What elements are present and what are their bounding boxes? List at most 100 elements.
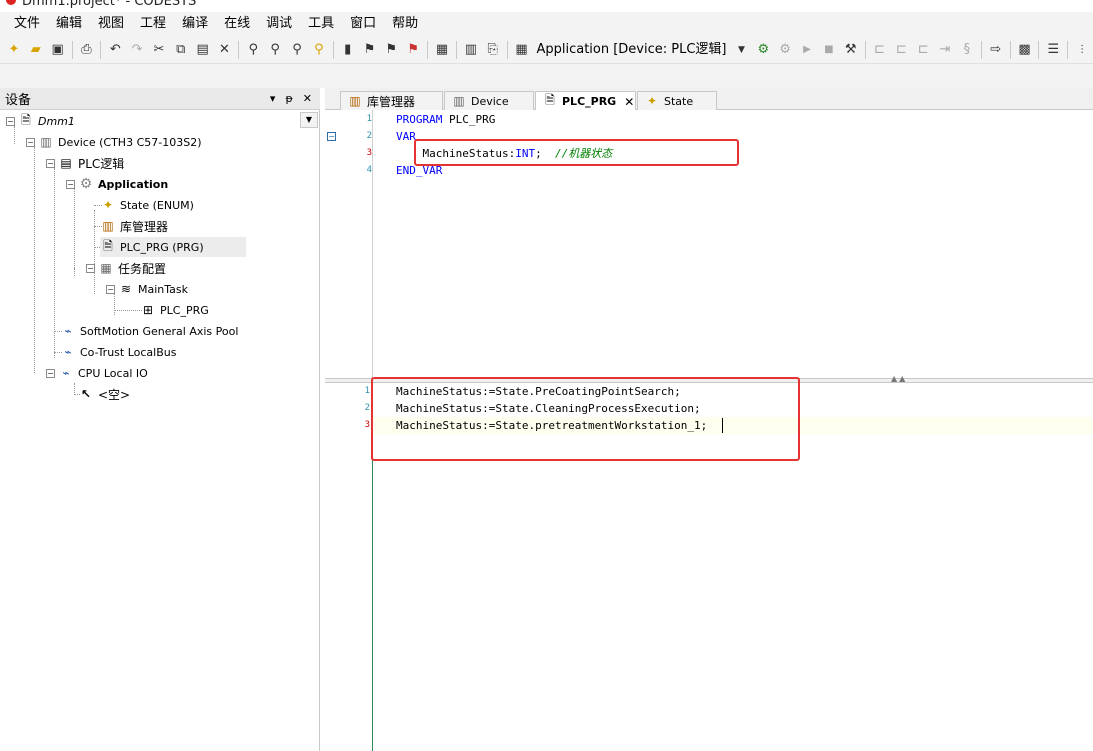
- collapse-icon[interactable]: −: [26, 137, 35, 147]
- tree-node-main-task-prg[interactable]: ⊞ PLC_PRG: [140, 300, 209, 320]
- splitter-arrows-icon[interactable]: ▲▲: [891, 374, 917, 383]
- collapse-icon[interactable]: −: [46, 368, 55, 378]
- step-over-icon[interactable]: ⊏: [892, 41, 910, 59]
- code-line-2[interactable]: VAR: [396, 128, 416, 145]
- panel-close-icon[interactable]: ✕: [303, 92, 312, 105]
- breakpoint-icon[interactable]: ⊏: [871, 41, 889, 59]
- write-values-icon[interactable]: ☰: [1044, 41, 1062, 59]
- library-icon: ▥: [349, 94, 361, 108]
- cut-icon[interactable]: ✂: [150, 41, 168, 59]
- reset-icon[interactable]: ⚒: [842, 41, 860, 59]
- bookmark-icon[interactable]: ▮: [339, 41, 357, 59]
- save-icon[interactable]: ▣: [49, 41, 67, 59]
- bookmark-prev-icon[interactable]: ⚑: [382, 41, 400, 59]
- panel-pin-icon[interactable]: ᵽ: [285, 92, 292, 105]
- tree-dropdown-button[interactable]: ▼: [300, 112, 318, 128]
- stop-icon[interactable]: ■: [820, 41, 838, 59]
- replace-icon[interactable]: ⚲: [288, 41, 306, 59]
- run-to-cursor-icon[interactable]: §: [958, 41, 976, 59]
- close-icon[interactable]: ✕: [624, 95, 634, 109]
- collapse-icon[interactable]: −: [6, 116, 15, 126]
- tab-library-manager[interactable]: ▥ 库管理器: [340, 91, 443, 110]
- tree-line: [34, 147, 35, 373]
- menu-online[interactable]: 在线: [216, 12, 258, 36]
- menu-build[interactable]: 编译: [174, 12, 216, 36]
- collapse-icon[interactable]: −: [46, 158, 55, 168]
- start-icon[interactable]: ▶: [798, 41, 816, 59]
- bus-icon: ⌁: [64, 345, 72, 359]
- collapse-icon[interactable]: −: [66, 179, 75, 189]
- toolbar-separator: [455, 40, 457, 59]
- open-folder-icon[interactable]: ▰: [27, 41, 45, 59]
- device-tree[interactable]: ▼ − 🗎 Dmm1 − ▥ Device (CTH3 C57-103S2) −…: [0, 110, 318, 750]
- menu-window[interactable]: 窗口: [342, 12, 384, 36]
- print-icon[interactable]: ⎙: [78, 41, 96, 59]
- tree-node-plc-prg[interactable]: 🗎 PLC_PRG (PRG): [100, 237, 246, 257]
- chevron-down-icon[interactable]: ▼: [733, 41, 751, 59]
- tree-node-empty-slot[interactable]: ↖ <空>: [78, 384, 130, 404]
- new-file-icon[interactable]: ✦: [5, 41, 23, 59]
- tree-node-state[interactable]: ✦ State (ENUM): [100, 195, 194, 215]
- tree-node-softmotion[interactable]: ⌁ SoftMotion General Axis Pool: [60, 321, 238, 341]
- tree-node-label: Co-Trust LocalBus: [80, 345, 177, 359]
- tab-state[interactable]: ✦ State: [637, 91, 717, 110]
- logout-icon[interactable]: ⚙: [776, 41, 794, 59]
- tree-node-cotrust[interactable]: ⌁ Co-Trust LocalBus: [60, 342, 176, 362]
- collapse-icon[interactable]: −: [86, 263, 95, 273]
- redo-icon[interactable]: ↷: [128, 41, 146, 59]
- tab-label: State: [664, 94, 694, 108]
- tree-node-library-manager[interactable]: ▥ 库管理器: [100, 216, 168, 236]
- code-editor[interactable]: − 1 2 3 4 PROGRAM PLC_PRG VAR MachineSta…: [325, 110, 1093, 751]
- tab-plc-prg[interactable]: 🗎 PLC_PRG ✕: [535, 91, 636, 111]
- tree-node-project[interactable]: − 🗎 Dmm1: [6, 111, 75, 131]
- copy-icon[interactable]: ⧉: [172, 41, 190, 59]
- collapse-icon[interactable]: −: [106, 284, 115, 294]
- bookmark-next-icon[interactable]: ⚑: [361, 41, 379, 59]
- tree-node-application[interactable]: − ⚙ Application: [66, 174, 168, 194]
- gear-icon: ⚙: [79, 176, 93, 192]
- application-icon[interactable]: ▦: [513, 41, 531, 59]
- force-values-icon[interactable]: ▩: [1016, 41, 1034, 59]
- rebuild-icon[interactable]: ⎘: [484, 41, 502, 59]
- menu-debug[interactable]: 调试: [258, 12, 300, 36]
- paste-icon[interactable]: ▤: [194, 41, 212, 59]
- tree-line: [74, 383, 75, 393]
- menu-help[interactable]: 帮助: [384, 12, 426, 36]
- bookmark-clear-icon[interactable]: ⚑: [404, 41, 422, 59]
- tree-node-task-config[interactable]: − ▦ 任务配置: [86, 258, 166, 278]
- panel-dropdown-icon[interactable]: ▾: [270, 92, 276, 105]
- menu-tools[interactable]: 工具: [300, 12, 342, 36]
- tree-node-label: SoftMotion General Axis Pool: [80, 324, 239, 338]
- delete-icon[interactable]: ✕: [216, 41, 234, 59]
- menu-file[interactable]: 文件: [6, 12, 48, 36]
- step-out-icon[interactable]: ⇥: [936, 41, 954, 59]
- tree-node-main-task[interactable]: − ≋ MainTask: [106, 279, 188, 299]
- program-call-icon: ⊞: [142, 303, 154, 317]
- tree-node-plc-logic[interactable]: − ▤ PLC逻辑: [46, 153, 124, 173]
- application-selector[interactable]: Application [Device: PLC逻辑]: [532, 40, 730, 60]
- window-title: Dmm1.project* - CODESYS: [22, 0, 197, 9]
- login-icon[interactable]: ⚙: [754, 41, 772, 59]
- tree-node-device[interactable]: − ▥ Device (CTH3 C57-103S2): [26, 132, 202, 152]
- menu-edit[interactable]: 编辑: [48, 12, 90, 36]
- menu-view[interactable]: 视图: [90, 12, 132, 36]
- toolbar-separator: [238, 40, 240, 59]
- show-next-statement-icon[interactable]: ⇨: [987, 41, 1005, 59]
- build-icon[interactable]: ▥: [462, 41, 480, 59]
- menu-project[interactable]: 工程: [132, 12, 174, 36]
- tree-line: [54, 168, 55, 358]
- window-list-icon[interactable]: ▦: [433, 41, 451, 59]
- find-icon[interactable]: ⚲: [244, 41, 262, 59]
- line-number: 1: [366, 114, 372, 124]
- find-in-project-icon[interactable]: ⚲: [310, 41, 328, 59]
- tab-device[interactable]: ▥ Device: [444, 91, 534, 110]
- keyword-program: PROGRAM: [396, 113, 443, 126]
- undo-icon[interactable]: ↶: [106, 41, 124, 59]
- toolbar-overflow-icon[interactable]: ⋮: [1073, 41, 1091, 59]
- tree-node-cpu-io[interactable]: − ⌁ CPU Local IO: [46, 363, 148, 383]
- find-next-icon[interactable]: ⚲: [266, 41, 284, 59]
- code-line-1[interactable]: PROGRAM PLC_PRG: [396, 111, 495, 128]
- step-into-icon[interactable]: ⊏: [914, 41, 932, 59]
- toolbar-separator: [100, 40, 102, 59]
- toolbar-separator: [506, 40, 508, 59]
